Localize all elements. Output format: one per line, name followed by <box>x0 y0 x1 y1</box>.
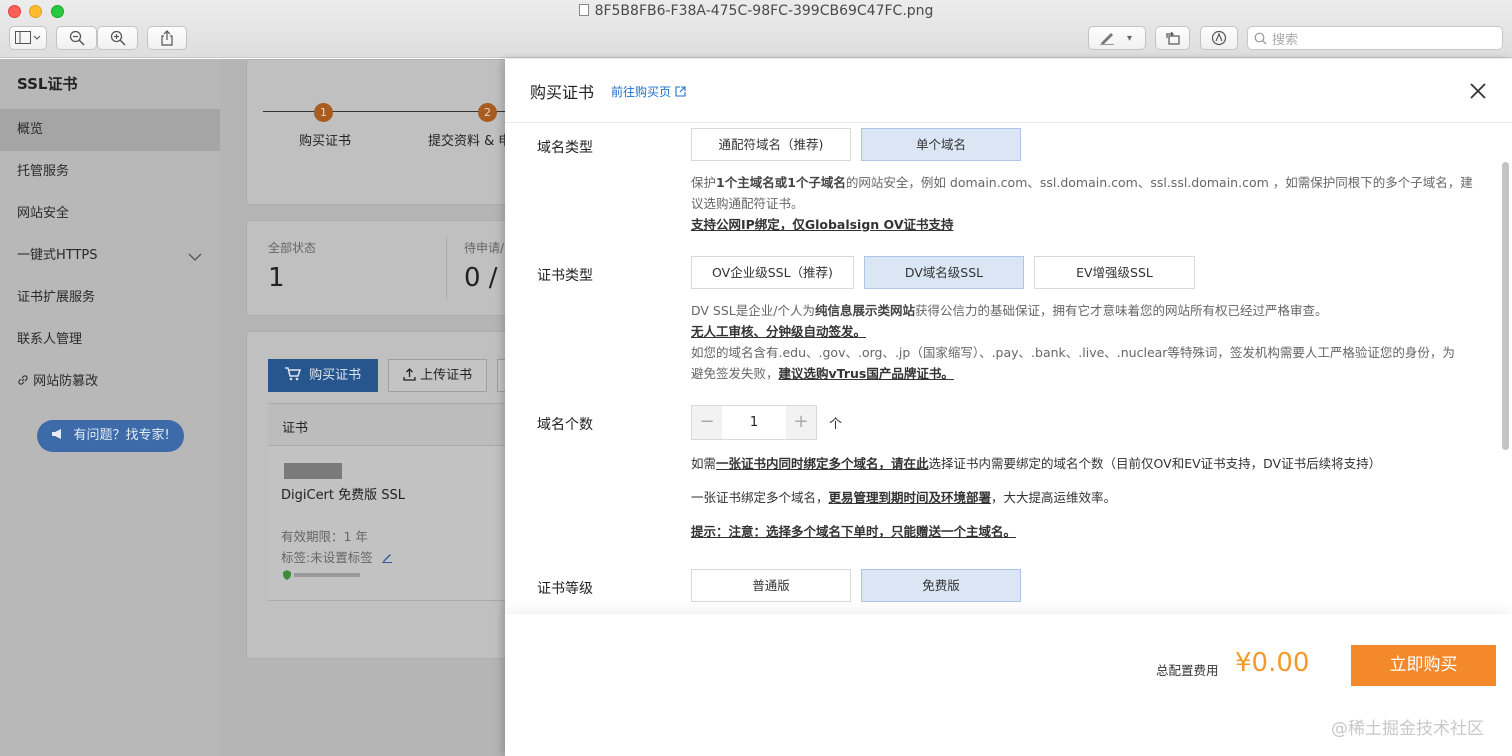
decrement-button[interactable]: − <box>692 406 722 439</box>
go-to-purchase-page-link[interactable]: 前往购买页 <box>611 83 686 100</box>
sidebar-item-managed-service[interactable]: 托管服务 <box>0 151 220 193</box>
search-input[interactable]: 搜索 <box>1247 26 1503 50</box>
sidebar-toggle-button[interactable] <box>9 26 47 50</box>
zoom-in-button[interactable] <box>97 26 138 50</box>
sidebar-item-one-click-https[interactable]: 一键式HTTPS <box>0 235 220 277</box>
cert-type-desc-line2: 无人工审核、分钟级自动签发。 <box>691 324 867 339</box>
search-placeholder: 搜索 <box>1272 32 1299 48</box>
cert-tags: 标签:未设置标签 <box>281 547 393 566</box>
panel-scrollbar[interactable] <box>1502 162 1509 450</box>
cert-name: DigiCert 免费版 SSL <box>281 488 406 503</box>
cert-type-desc-line1: DV SSL是企业/个人为纯信息展示类网站获得公信力的基础保证，拥有它才意味着您… <box>691 303 1328 318</box>
close-panel-button[interactable] <box>1466 79 1490 103</box>
table-header-cert: 证书 <box>282 421 309 436</box>
cert-type-desc-line3: 如您的域名含有.edu、.gov、.org、.jp（国家缩写）、.pay、.ba… <box>691 345 1455 360</box>
buy-now-button[interactable]: 立即购买 <box>1351 645 1496 686</box>
chevron-down-icon: ▾ <box>1127 32 1133 44</box>
megaphone-icon <box>51 428 73 443</box>
background-content: 1 购买证书 2 提交资料 & 申 全部状态 1 待申请/ 0 / 0 购买证书… <box>220 59 537 756</box>
option-wildcard-domain[interactable]: 通配符域名（推荐) <box>691 128 851 161</box>
rotate-button[interactable] <box>1155 26 1190 50</box>
option-single-domain[interactable]: 单个域名 <box>861 128 1021 161</box>
step-2-label: 提交资料 & 申 <box>428 134 512 149</box>
sidebar: SSL证书 概览 托管服务 网站安全 一键式HTTPS 证书扩展服务 联系人管理… <box>0 59 220 756</box>
zoom-in-icon <box>110 30 126 46</box>
close-icon <box>1470 83 1486 99</box>
domain-count-stepper: − 1 + <box>691 405 817 440</box>
domain-type-label: 域名类型 <box>537 140 593 156</box>
table-header: 证书 <box>268 403 528 446</box>
share-button[interactable] <box>147 26 187 50</box>
domain-count-value[interactable]: 1 <box>722 406 786 439</box>
sidebar-icon <box>15 31 41 44</box>
cert-list-card: 购买证书 上传证书 证书 DigiCert 免费版 SSL 有效期限：1 年 标… <box>246 331 537 659</box>
total-cost-value: ¥0.00 <box>1235 648 1310 678</box>
option-free-edition[interactable]: 免费版 <box>861 569 1021 602</box>
stat-pending-label: 待申请/ <box>464 241 505 255</box>
sidebar-item-tamper-protection[interactable]: 网站防篡改 <box>0 361 220 403</box>
stat-all-value: 1 <box>268 263 285 293</box>
stats-card: 全部状态 1 待申请/ 0 / 0 <box>246 220 526 316</box>
sidebar-item-contacts[interactable]: 联系人管理 <box>0 319 220 361</box>
cert-type-desc-line4: 避免签发失败，建议选购vTrus国产品牌证书。 <box>691 366 954 381</box>
external-link-icon <box>675 85 686 99</box>
markup-circle-icon <box>1211 30 1227 46</box>
rotate-icon <box>1165 31 1180 45</box>
vtrus-suggestion-link[interactable]: 建议选购vTrus国产品牌证书。 <box>779 366 954 381</box>
multi-domain-tip: 提示：注意：选择多个域名下单时，只能赠送一个主域名。 <box>691 524 1017 539</box>
sidebar-item-overview[interactable]: 概览 <box>0 109 220 151</box>
domain-count-unit: 个 <box>829 417 843 432</box>
option-dv-ssl[interactable]: DV域名级SSL <box>864 256 1024 289</box>
cert-level-label: 证书等级 <box>537 581 593 597</box>
cert-validity: 有效期限：1 年 <box>281 529 368 544</box>
domain-count-label: 域名个数 <box>537 417 593 433</box>
public-ip-support-note: 支持公网IP绑定，仅Globalsign OV证书支持 <box>691 217 954 232</box>
zoom-out-icon <box>69 30 85 46</box>
shield-check-icon <box>282 569 362 584</box>
markup-button[interactable]: ▾ <box>1088 26 1146 50</box>
zoom-out-button[interactable] <box>56 26 97 50</box>
sidebar-item-cert-extension[interactable]: 证书扩展服务 <box>0 277 220 319</box>
domain-type-desc-line2: 议选购通配符证书。 <box>691 196 804 211</box>
pen-icon <box>1100 33 1114 45</box>
step-1-dot: 1 <box>314 103 333 122</box>
sidebar-title: SSL证书 <box>17 75 78 93</box>
purchase-panel: 购买证书 前往购买页 域名类型 通配符域名（推荐) 单个域名 保护1个主域名或1… <box>505 59 1512 756</box>
domain-type-desc-line1: 保护1个主域名或1个子域名的网站安全，例如 domain.com、ssl.dom… <box>691 175 1473 190</box>
watermark: @稀土掘金技术社区 <box>1331 719 1484 739</box>
redacted-block <box>284 463 342 479</box>
upload-cert-button[interactable]: 上传证书 <box>388 359 487 392</box>
chevron-down-icon <box>188 235 202 277</box>
increment-button[interactable]: + <box>786 406 816 439</box>
steps-card: 1 购买证书 2 提交资料 & 申 <box>246 59 526 205</box>
window-toolbar: 8F5B8FB6-F38A-475C-98FC-399CB69C47FC.png… <box>0 0 1512 58</box>
option-standard-edition[interactable]: 普通版 <box>691 569 851 602</box>
search-icon <box>1254 32 1267 44</box>
upload-icon <box>403 368 420 383</box>
panel-header: 购买证书 前往购买页 <box>505 59 1512 123</box>
help-expert-button[interactable]: 有问题？找专家! <box>37 420 184 452</box>
multi-domain-benefit: 一张证书绑定多个域名，更易管理到期时间及环境部署，大大提高运维效率。 <box>691 490 1117 505</box>
annotate-button[interactable] <box>1200 26 1238 50</box>
cart-icon <box>284 367 309 383</box>
sidebar-item-site-security[interactable]: 网站安全 <box>0 193 220 235</box>
option-ov-ssl[interactable]: OV企业级SSL（推荐) <box>691 256 854 289</box>
panel-title: 购买证书 <box>530 83 595 102</box>
step-2-dot: 2 <box>478 103 497 122</box>
option-ev-ssl[interactable]: EV增强级SSL <box>1034 256 1195 289</box>
window-title: 8F5B8FB6-F38A-475C-98FC-399CB69C47FC.png <box>0 3 1512 19</box>
stat-all-label: 全部状态 <box>268 241 317 255</box>
cert-type-label: 证书类型 <box>537 268 593 284</box>
edit-icon[interactable] <box>377 550 393 565</box>
step-1-label: 购买证书 <box>299 134 352 149</box>
table-row[interactable]: DigiCert 免费版 SSL 有效期限：1 年 标签:未设置标签 <box>268 446 528 601</box>
link-icon <box>17 374 33 389</box>
total-cost-label: 总配置费用 <box>1156 663 1219 678</box>
multi-domain-note: 如需一张证书内同时绑定多个域名，请在此选择证书内需要绑定的域名个数（目前仅OV和… <box>691 456 1382 471</box>
buy-cert-button[interactable]: 购买证书 <box>268 359 378 392</box>
share-icon <box>161 30 173 46</box>
file-icon <box>578 4 589 16</box>
